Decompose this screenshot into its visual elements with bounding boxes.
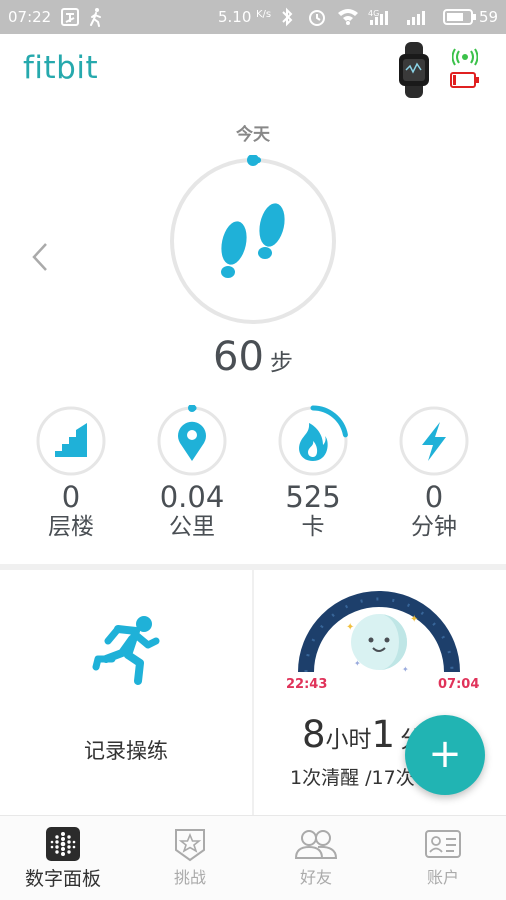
sleep-gauge: ✦ ✦ ✦ ✦ xyxy=(298,591,460,674)
running-person-icon xyxy=(92,616,160,685)
stat-active-minutes[interactable]: 0 分钟 xyxy=(379,405,489,541)
stat-distance[interactable]: 0.04 公里 xyxy=(137,405,247,541)
active-minutes-label: 分钟 xyxy=(411,514,457,540)
workout-card[interactable]: 记录操练 xyxy=(0,570,252,815)
footprints-icon xyxy=(221,203,285,278)
stairs-icon xyxy=(55,423,87,457)
cellular-signal-icon xyxy=(370,11,388,25)
bluetooth-icon xyxy=(282,7,293,27)
sleep-hours-unit: 小时 xyxy=(325,727,372,753)
calories-value: 525 xyxy=(285,480,341,514)
steps-unit: 步 xyxy=(269,350,293,376)
distance-value: 0.04 xyxy=(159,480,225,514)
nav-friends[interactable]: 好友 xyxy=(253,816,379,900)
previous-day-arrow-icon[interactable] xyxy=(30,240,50,274)
steps-value: 60 xyxy=(213,334,264,380)
bottom-nav: 数字面板 挑战 好友 账户 xyxy=(0,815,506,900)
stat-calories[interactable]: 525 卡 xyxy=(258,405,368,541)
friends-icon xyxy=(294,830,338,859)
star-badge-icon xyxy=(175,829,205,862)
steps-count[interactable]: 60 步 xyxy=(0,334,506,380)
svg-text:✦: ✦ xyxy=(354,659,361,668)
walking-icon xyxy=(90,8,101,27)
cellular-signal-2-icon xyxy=(407,11,425,25)
svg-text:✦: ✦ xyxy=(410,614,418,625)
floors-value: 0 xyxy=(61,480,81,514)
nav-challenges-label: 挑战 xyxy=(173,868,206,887)
lightning-icon xyxy=(422,422,446,461)
notification-app-icon xyxy=(61,8,79,26)
add-button[interactable]: + xyxy=(405,715,485,795)
log-workout-label: 记录操练 xyxy=(84,739,168,763)
status-time: 07:22 xyxy=(8,8,52,26)
floors-label: 层楼 xyxy=(48,514,94,540)
tracker-device-icon[interactable] xyxy=(395,42,435,98)
wifi-icon xyxy=(338,9,358,25)
svg-text:✦: ✦ xyxy=(402,665,409,674)
location-pin-icon xyxy=(178,421,206,461)
device-battery-icon xyxy=(450,72,479,88)
nav-dashboard[interactable]: 数字面板 xyxy=(0,816,126,900)
phone-battery-icon xyxy=(443,9,476,25)
phone-battery-level: 59 xyxy=(479,8,499,26)
fitbit-logo: fitbit xyxy=(23,50,99,86)
active-minutes-ring xyxy=(399,406,469,476)
account-card-icon xyxy=(425,830,461,858)
floors-ring xyxy=(36,406,106,476)
network-speed: 5.10 xyxy=(218,8,252,26)
calories-ring xyxy=(278,405,348,476)
distance-label: 公里 xyxy=(169,514,215,540)
sleep-start-time: 22:43 xyxy=(286,677,328,692)
nav-challenges[interactable]: 挑战 xyxy=(127,816,253,900)
status-bar: 07:22 5.10 K/s 4G 59 xyxy=(0,0,506,34)
sleep-awake-detail: 1次清醒 /17次 xyxy=(290,767,415,789)
nav-account-label: 账户 xyxy=(426,868,459,887)
nav-friends-label: 好友 xyxy=(299,868,332,887)
sleep-minutes: 1 xyxy=(371,713,396,756)
nav-account[interactable]: 账户 xyxy=(380,816,506,900)
day-label[interactable]: 今天 xyxy=(0,120,506,145)
distance-ring xyxy=(157,405,227,476)
steps-ring[interactable] xyxy=(167,155,339,327)
sync-signal-icon xyxy=(452,48,478,66)
stat-floors[interactable]: 0 层楼 xyxy=(16,405,126,541)
sleep-end-time: 07:04 xyxy=(438,677,480,692)
network-speed-unit: K/s xyxy=(256,9,272,20)
active-minutes-value: 0 xyxy=(424,480,444,514)
sleep-hours: 8 xyxy=(302,713,326,756)
steps-progress-dot xyxy=(247,155,259,166)
svg-text:✦: ✦ xyxy=(346,622,354,633)
calories-label: 卡 xyxy=(301,514,325,540)
nav-dashboard-label: 数字面板 xyxy=(24,868,101,890)
dashboard-icon xyxy=(46,827,80,861)
alarm-icon xyxy=(309,10,325,26)
